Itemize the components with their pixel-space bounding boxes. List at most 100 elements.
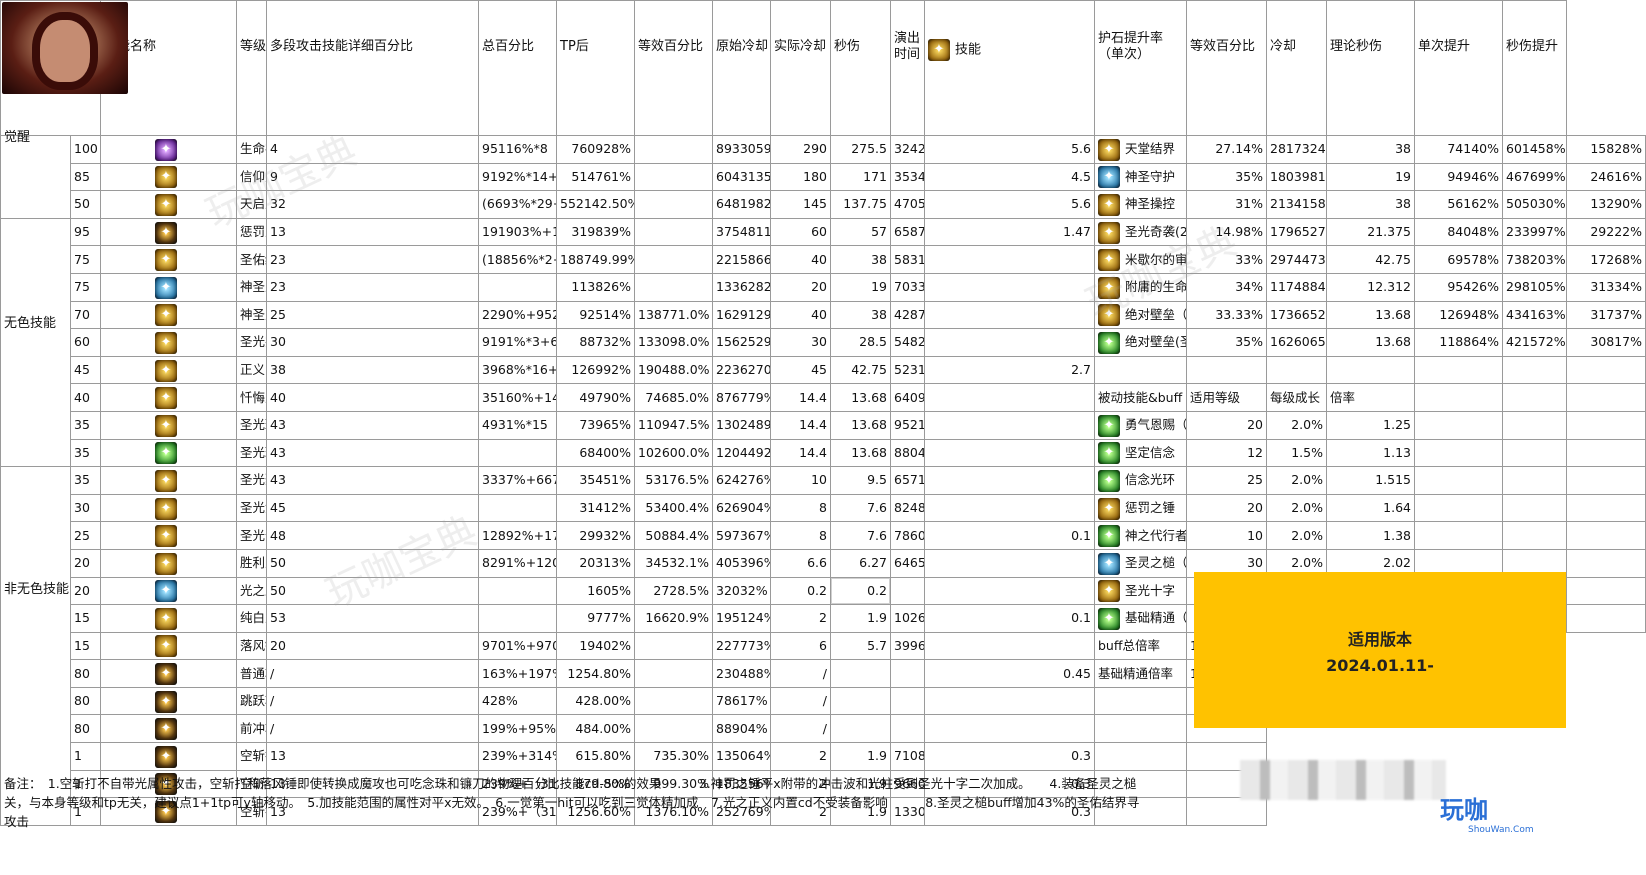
real-cd: 137.75 [830, 190, 891, 219]
table-row: 25✦圣光十字4812892%+17040%29932%50884.4%5973… [1, 521, 1646, 550]
header-base-cd: 原始冷却 [712, 0, 771, 136]
empty-cell [1414, 438, 1503, 468]
equiv-pct: 78617% [712, 686, 771, 716]
passive-header-level: 适用等级 [1186, 383, 1267, 412]
dps: 32425% [890, 135, 925, 164]
total-pct: 319839% [556, 217, 635, 247]
passive-level: 12 [1186, 438, 1267, 468]
empty-cell [1414, 521, 1503, 550]
multi-hit: 9701%+9701% [478, 631, 557, 661]
required-level: 100 [70, 135, 101, 164]
skill-name: 圣光球 [236, 410, 267, 440]
equiv-pct: 6481982% [712, 190, 771, 219]
passive-level: 25 [1186, 466, 1267, 495]
empty-cell [1566, 466, 1646, 495]
empty-cell [1502, 355, 1567, 385]
total-pct: 92514% [556, 300, 635, 330]
table-row: 35 ✦ 圣光琉璃碎43 68400%102600.0%1204492%14.413.… [1, 438, 1646, 468]
multi-hit: 3337%+6673%+25441% [478, 466, 557, 495]
real-cd: 6.27 [830, 548, 891, 578]
total-pct: 615.80% [556, 742, 635, 771]
passive-level: 20 [1186, 493, 1267, 523]
equiv-pct: 624276% [712, 466, 771, 495]
header-level: 等级 [236, 0, 267, 136]
header-row: 技能名称 等级 多段攻击技能详细百分比 总百分比 TP后 等效百分比 原始冷却 … [0, 0, 1646, 136]
cast-time [924, 383, 1095, 412]
passive-name: 信念光环 [1125, 472, 1176, 488]
character-avatar [2, 2, 128, 94]
skill-name: 神圣之光 [236, 272, 267, 302]
equiv-pct: 135064% [712, 742, 771, 771]
skill-icon: ✦ [155, 580, 177, 603]
skill-icon-cell: ✦ [100, 742, 237, 771]
header-stone-rate: 护石提升率（单次） [1094, 0, 1187, 136]
equiv-pct: 626904% [712, 493, 771, 523]
total-pct: 188749.99% [556, 245, 635, 274]
base-cd: 40 [770, 245, 831, 274]
stone-cd: 19 [1326, 162, 1415, 192]
equiv-pct: 405396% [712, 548, 771, 578]
passive-name-cell: ✦ 基础精通（满tp） [1094, 604, 1187, 633]
skill-name: 圣光聚合 [236, 466, 267, 495]
dps: 58312% [890, 245, 925, 274]
mastery-label: 基础精通倍率 [1094, 659, 1187, 688]
stone-cd: 13.68 [1326, 300, 1415, 330]
empty-cell [1566, 438, 1646, 468]
skill-icon-cell: ✦ [100, 576, 237, 606]
passive-name: 圣光十字 [1125, 582, 1176, 598]
empty-cell [1502, 383, 1567, 412]
real-cd: 13.68 [830, 410, 891, 440]
cast-time: 0.1 [924, 604, 1095, 633]
cast-time: 0.3 [924, 742, 1095, 771]
skill-level: 30 [266, 328, 479, 357]
table-row: 70 ✦ 神圣之矛252290%+9521%+26901%*392514%13877… [1, 300, 1646, 330]
empty-cell [1566, 493, 1646, 523]
skill-icon-cell: ✦ [100, 272, 237, 302]
skill-icon-cell: ✦ [100, 686, 237, 716]
base-cd: 60 [770, 217, 831, 247]
passive-name: 坚定信念 [1125, 444, 1176, 460]
total-pct: 68400% [556, 438, 635, 468]
empty-cell [1414, 493, 1503, 523]
cast-time: 0.45 [924, 659, 1095, 688]
passive-name-cell: ✦ 勇气恩赐（2白金+时装） [1094, 410, 1187, 440]
real-cd: 1.9 [830, 742, 891, 771]
stone-equiv: 2817324% [1266, 135, 1327, 164]
skill-name: 空斩打（正面） [236, 742, 267, 771]
skill-icon-cell: ✦ [100, 466, 237, 495]
skill-icon-cell: ✦ [100, 521, 237, 550]
skill-icon-cell: ✦ [100, 355, 237, 385]
skill-name: 光之正义 [236, 576, 267, 606]
stone-single-up: 434163% [1502, 300, 1567, 330]
required-level: 1 [70, 742, 101, 771]
header-total-pct: 总百分比 [478, 0, 557, 136]
multi-hit: (6693%*29+230628%)*1.3 [478, 190, 557, 219]
skill-icon: ✦ [155, 304, 177, 327]
required-level: 95 [70, 217, 101, 247]
passive-name-cell: ✦ 信念光环 [1094, 466, 1187, 495]
dps: 64092% [890, 383, 925, 412]
base-cd: 14.4 [770, 438, 831, 468]
base-cd: / [770, 714, 831, 744]
passive-name: 惩罚之锤 [1125, 500, 1176, 516]
passive-name: 勇气恩赐（2白金+时装） [1125, 417, 1187, 433]
dps: 88048% [890, 438, 925, 468]
total-pct: 73965% [556, 410, 635, 440]
required-level: 30 [70, 493, 101, 523]
passive-name-cell: ✦ 圣光十字 [1094, 576, 1187, 606]
tp-after [634, 659, 713, 688]
tp-after: 74685.0% [634, 383, 713, 412]
stone-single-up: 233997% [1502, 217, 1567, 247]
passive-name: 基础精通（满tp） [1125, 610, 1187, 626]
equiv-pct: 227773% [712, 631, 771, 661]
cast-time [924, 300, 1095, 330]
passive-rate: 1.13 [1326, 438, 1415, 468]
passive-rate: 1.25 [1326, 410, 1415, 440]
stone-equiv: 2974473% [1266, 245, 1327, 274]
tp-after [634, 714, 713, 744]
skill-icon: ✦ [155, 249, 177, 272]
equiv-pct: 2236270% [712, 355, 771, 385]
empty-cell [1414, 383, 1503, 412]
required-level: 80 [70, 686, 101, 716]
skill-icon: ✦ [155, 138, 177, 161]
